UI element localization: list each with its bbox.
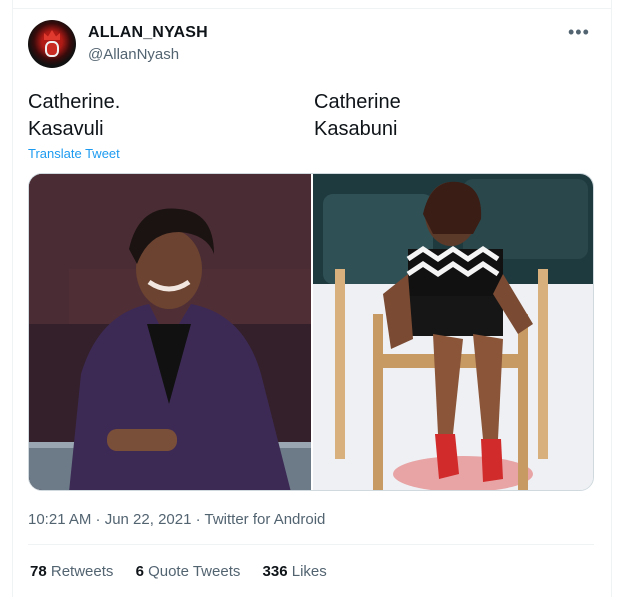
display-name[interactable]: ALLAN_NYASH bbox=[88, 24, 208, 42]
likes-stat[interactable]: 336 Likes bbox=[263, 563, 327, 580]
likes-label: Likes bbox=[291, 563, 327, 580]
tweet-text-left: Catherine. Kasavuli bbox=[28, 91, 121, 140]
crown-icon bbox=[44, 30, 60, 40]
retweets-count: 78 bbox=[30, 563, 47, 580]
photo-right-illustration bbox=[313, 174, 593, 490]
user-handle[interactable]: @AllanNyash bbox=[88, 46, 179, 63]
quotes-label: Quote Tweets bbox=[148, 563, 241, 580]
more-horizontal-icon[interactable]: ••• bbox=[568, 23, 590, 41]
avatar[interactable] bbox=[28, 20, 76, 68]
translate-tweet-link[interactable]: Translate Tweet bbox=[28, 146, 120, 161]
tweet-stats: 78 Retweets 6 Quote Tweets 336 Likes bbox=[30, 563, 345, 580]
retweets-label: Retweets bbox=[50, 563, 114, 580]
quote-tweets-stat[interactable]: 6 Quote Tweets bbox=[136, 563, 245, 580]
photo-left-illustration bbox=[29, 174, 311, 490]
quotes-count: 6 bbox=[135, 563, 144, 580]
tweet-text-right: Catherine Kasabuni bbox=[314, 91, 401, 140]
stats-divider bbox=[28, 544, 594, 545]
tweet-media[interactable] bbox=[28, 173, 594, 491]
retweets-stat[interactable]: 78 Retweets bbox=[30, 563, 118, 580]
photo-right[interactable] bbox=[313, 174, 593, 490]
likes-count: 336 bbox=[262, 563, 288, 580]
tweet-timestamp[interactable]: 10:21 AM · Jun 22, 2021 · Twitter for An… bbox=[28, 511, 325, 528]
top-divider bbox=[12, 8, 612, 9]
avatar-face bbox=[45, 41, 59, 57]
photo-left[interactable] bbox=[29, 174, 311, 490]
